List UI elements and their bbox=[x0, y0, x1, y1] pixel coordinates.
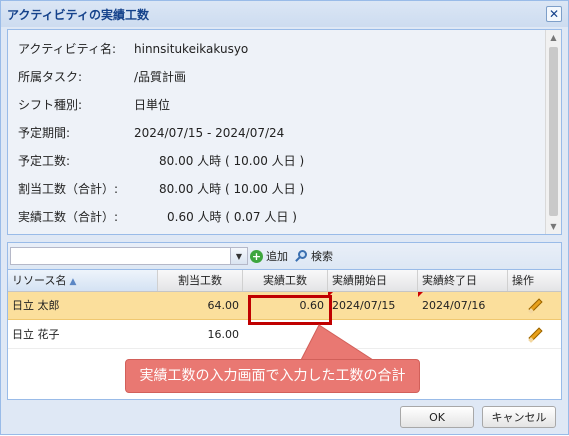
edit-pencil-icon[interactable] bbox=[527, 327, 543, 343]
info-value: 80.00 人時 ( 10.00 人日 ) bbox=[159, 182, 305, 196]
action-cell bbox=[508, 321, 561, 349]
info-label: アクティビティ名: bbox=[18, 42, 117, 56]
sort-asc-icon: ▲ bbox=[69, 277, 77, 287]
info-value: 0.60 人時 ( 0.07 人日 ) bbox=[167, 210, 297, 224]
resource-name-cell: 日立 太郎 bbox=[12, 299, 60, 312]
actual-effort-highlight bbox=[248, 295, 332, 325]
actual-start-cell[interactable] bbox=[328, 321, 418, 349]
actual-end-cell[interactable]: 2024/07/16 bbox=[418, 292, 508, 320]
assigned-effort-cell[interactable]: 64.00 bbox=[158, 292, 243, 320]
info-label: 割当工数（合計）: bbox=[18, 182, 119, 196]
info-value: /品質計画 bbox=[134, 70, 187, 84]
activity-info-panel: アクティビティ名: hinnsitukeikakusyo 所属タスク: /品質計… bbox=[7, 29, 562, 235]
grid-toolbar: ▼ + 追加 検索 bbox=[8, 243, 561, 270]
info-value: 2024/07/15 - 2024/07/24 bbox=[134, 126, 285, 140]
close-icon[interactable]: ✕ bbox=[546, 6, 562, 22]
info-scrollbar[interactable]: ▲ ▼ bbox=[545, 30, 561, 234]
annotation-callout: 実績工数の入力画面で入力した工数の合計 bbox=[125, 359, 420, 393]
ok-button[interactable]: OK bbox=[400, 406, 474, 428]
column-header-assigned[interactable]: 割当工数 bbox=[158, 270, 243, 291]
plus-icon: + bbox=[250, 249, 263, 263]
info-value: 80.00 人時 ( 10.00 人日 ) bbox=[159, 154, 305, 168]
modified-marker bbox=[418, 292, 423, 297]
add-button[interactable]: + 追加 bbox=[250, 247, 288, 265]
info-label: シフト種別: bbox=[18, 98, 83, 112]
search-icon bbox=[295, 249, 308, 263]
info-value: 日単位 bbox=[134, 98, 171, 112]
search-button[interactable]: 検索 bbox=[295, 247, 333, 265]
resource-name-cell: 日立 花子 bbox=[12, 328, 60, 341]
action-cell bbox=[508, 292, 561, 320]
grid-header: リソース名 ▲ 割当工数 実績工数 実績開始日 実績終了日 操作 bbox=[8, 270, 561, 292]
info-label: 予定期間: bbox=[18, 126, 71, 140]
dialog-title: アクティビティの実績工数 bbox=[7, 8, 149, 22]
actual-effort-cell[interactable] bbox=[243, 321, 328, 349]
column-header-action[interactable]: 操作 bbox=[508, 270, 561, 291]
column-header-actual[interactable]: 実績工数 bbox=[243, 270, 328, 291]
cancel-button[interactable]: キャンセル bbox=[482, 406, 556, 428]
scroll-thumb[interactable] bbox=[549, 47, 558, 216]
table-row[interactable]: 日立 花子 16.00 bbox=[8, 321, 561, 349]
info-label: 予定工数: bbox=[18, 154, 71, 168]
info-value: hinnsitukeikakusyo bbox=[134, 42, 249, 56]
chevron-down-icon[interactable]: ▼ bbox=[230, 248, 247, 264]
actual-effort-dialog: アクティビティの実績工数 ✕ アクティビティ名: hinnsitukeikaku… bbox=[0, 0, 569, 435]
assigned-effort-cell[interactable]: 16.00 bbox=[158, 321, 243, 349]
actual-start-cell[interactable]: 2024/07/15 bbox=[328, 292, 418, 320]
scroll-up-icon[interactable]: ▲ bbox=[546, 30, 561, 45]
actual-end-cell[interactable] bbox=[418, 321, 508, 349]
search-button-label: 検索 bbox=[311, 250, 333, 263]
column-header-start[interactable]: 実績開始日 bbox=[328, 270, 418, 291]
column-header-resource[interactable]: リソース名 ▲ bbox=[8, 270, 158, 291]
info-label: 実績工数（合計）: bbox=[18, 210, 119, 224]
resource-combo[interactable]: ▼ bbox=[10, 247, 248, 265]
dialog-titlebar[interactable]: アクティビティの実績工数 ✕ bbox=[1, 1, 568, 27]
scroll-down-icon[interactable]: ▼ bbox=[546, 219, 561, 234]
add-button-label: 追加 bbox=[266, 250, 288, 263]
edit-pencil-icon[interactable] bbox=[527, 298, 543, 314]
info-label: 所属タスク: bbox=[18, 70, 83, 84]
column-header-end[interactable]: 実績終了日 bbox=[418, 270, 508, 291]
